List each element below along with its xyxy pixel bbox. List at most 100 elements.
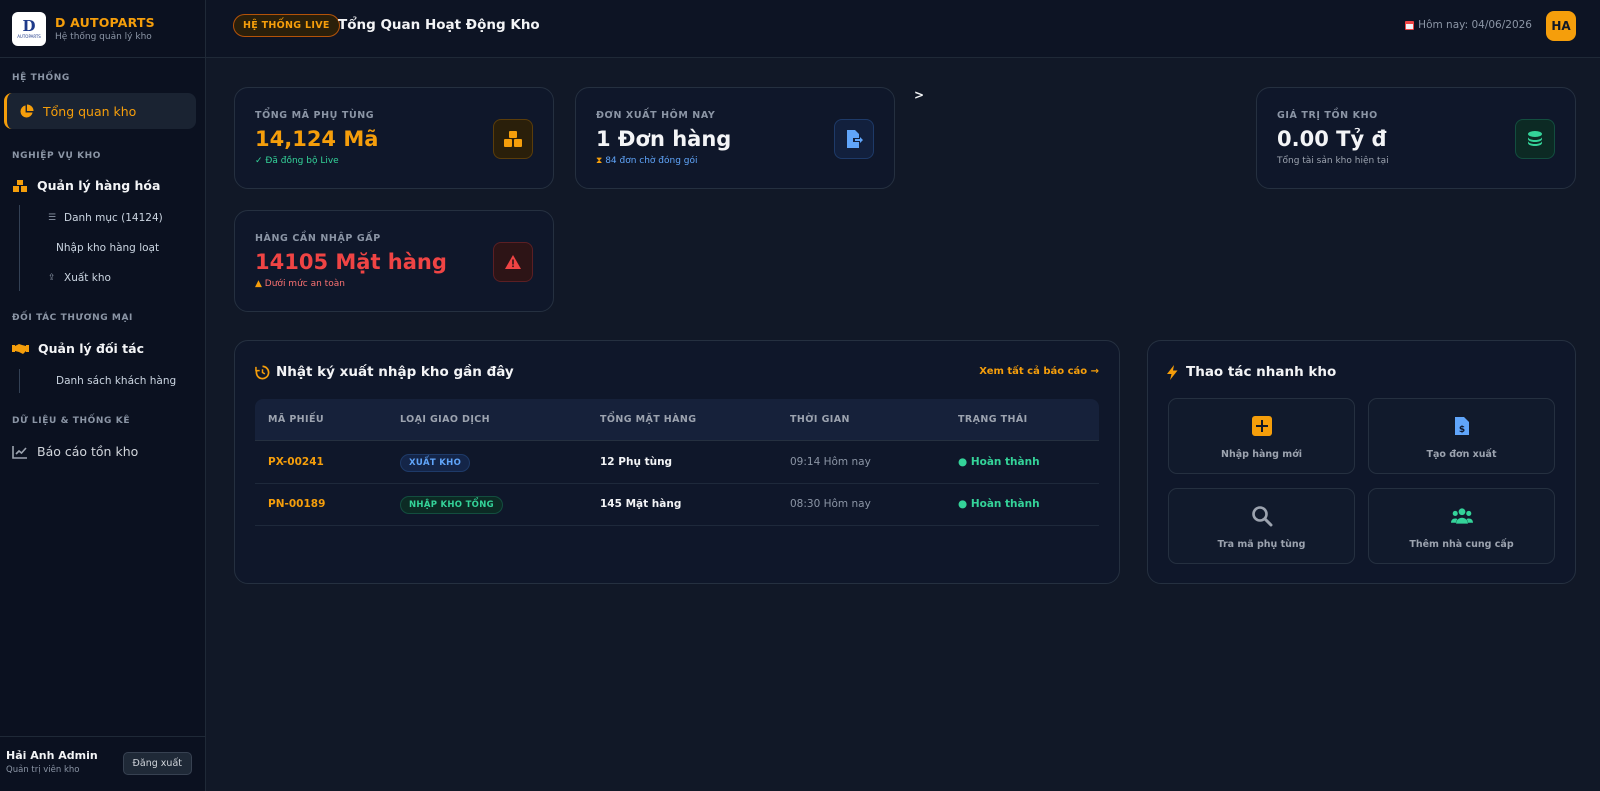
see-all-reports-link[interactable]: Xem tất cả báo cáo → xyxy=(979,366,1099,377)
sidebar-item-goods[interactable]: Quản lý hàng hóa xyxy=(12,178,160,193)
avatar[interactable]: HA xyxy=(1546,11,1576,41)
sidebar-item-overview[interactable]: Tổng quan kho xyxy=(4,93,196,129)
transaction-time: 09:14 Hôm nay xyxy=(790,456,871,468)
boxes-icon xyxy=(504,131,522,147)
column-header: MÃ PHIẾU xyxy=(268,414,324,425)
logo-letter: D xyxy=(22,16,36,35)
table-row[interactable]: PN-00189 NHẬP KHO TỔNG 145 Mặt hàng 08:3… xyxy=(255,484,1099,526)
logout-button[interactable]: Đăng xuất xyxy=(122,752,192,775)
stat-label: HÀNG CẦN NHẬP GẤP xyxy=(255,233,381,244)
subnav-divider xyxy=(19,369,20,393)
column-header: TRẠNG THÁI xyxy=(958,414,1028,425)
quick-actions-panel: Thao tác nhanh kho Nhập hàng mới $ Tạo đ… xyxy=(1147,340,1576,584)
stat-sub: ▲ Dưới mức an toàn xyxy=(255,279,345,289)
column-header: THỜI GIAN xyxy=(790,414,850,425)
stat-card-inventory-value: GIÁ TRỊ TỒN KHO 0.00 Tỷ đ Tổng tài sản k… xyxy=(1256,87,1576,189)
brand-subtitle: Hệ thống quản lý kho xyxy=(55,32,152,42)
logo-caption: AUTOPARTS xyxy=(17,33,41,39)
svg-text:$: $ xyxy=(1458,425,1464,435)
sidebar-item-label: Quản lý hàng hóa xyxy=(37,178,161,193)
sidebar: D AUTOPARTS D AUTOPARTS Hệ thống quản lý… xyxy=(0,0,206,791)
panel-title: Nhật ký xuất nhập kho gần đây xyxy=(255,364,514,380)
stat-sub: ⧗ 84 đơn chờ đóng gói xyxy=(596,156,698,166)
stat-card-urgent: HÀNG CẦN NHẬP GẤP 14105 Mặt hàng ▲ Dưới … xyxy=(234,210,554,312)
stat-sub: Tổng tài sản kho hiện tại xyxy=(1277,156,1389,166)
sidebar-subitem-label: Nhập kho hàng loạt xyxy=(56,242,160,254)
export-icon: ⇪ xyxy=(48,273,56,283)
sidebar-subitem-catalog[interactable]: ☰ Danh mục (14124) xyxy=(48,212,163,224)
today-date: Hôm nay: 04/06/2026 xyxy=(1405,19,1532,31)
list-icon: ☰ xyxy=(48,213,57,223)
sidebar-subitem-customers[interactable]: Danh sách khách hàng xyxy=(56,375,176,387)
stat-value: 14,124 Mã xyxy=(255,127,379,151)
stat-icon-box xyxy=(493,242,533,282)
brand-name: D AUTOPARTS xyxy=(55,15,155,30)
plus-box-icon xyxy=(1251,415,1273,437)
recent-transactions-panel: Nhật ký xuất nhập kho gần đây Xem tất cả… xyxy=(234,340,1120,584)
stat-value: 1 Đơn hàng xyxy=(596,127,732,151)
boxes-icon xyxy=(13,179,27,192)
hourglass-icon: ⧗ xyxy=(596,156,606,166)
stray-text: > xyxy=(914,88,925,102)
table-row[interactable]: PX-00241 XUẤT KHO 12 Phụ tùng 09:14 Hôm … xyxy=(255,442,1099,484)
stat-icon-box xyxy=(1515,119,1555,159)
stat-value: 14105 Mặt hàng xyxy=(255,250,447,274)
quick-action-add-supplier[interactable]: Thêm nhà cung cấp xyxy=(1368,488,1555,564)
panel-title-text: Thao tác nhanh kho xyxy=(1186,364,1337,380)
subnav-divider xyxy=(19,205,20,291)
history-icon xyxy=(255,365,270,379)
stat-sub: ✓ Đã đồng bộ Live xyxy=(255,156,339,166)
sidebar-subitem-label: Danh sách khách hàng xyxy=(56,375,177,387)
voucher-code[interactable]: PN-00189 xyxy=(268,498,325,510)
live-status-badge: HỆ THỐNG LIVE xyxy=(233,14,340,37)
table-header: MÃ PHIẾU LOẠI GIAO DỊCH TỔNG MẶT HÀNG TH… xyxy=(255,399,1099,441)
sidebar-subitem-bulk-import[interactable]: Nhập kho hàng loạt xyxy=(56,242,159,254)
sidebar-item-label: Tổng quan kho xyxy=(43,103,137,119)
stat-value: 0.00 Tỷ đ xyxy=(1277,127,1387,151)
stat-label: TỔNG MÃ PHỤ TÙNG xyxy=(255,110,375,121)
quick-action-label: Tạo đơn xuất xyxy=(1426,449,1497,460)
panel-title-text: Nhật ký xuất nhập kho gần đây xyxy=(276,364,514,380)
search-icon xyxy=(1251,505,1273,527)
quick-action-label: Nhập hàng mới xyxy=(1221,449,1302,460)
users-add-icon xyxy=(1450,505,1473,527)
warning-icon xyxy=(505,255,521,269)
quick-action-create-export[interactable]: $ Tạo đơn xuất xyxy=(1368,398,1555,474)
sidebar-subitem-label: Danh mục (14124) xyxy=(64,212,163,224)
page-title: Tổng Quan Hoạt Động Kho xyxy=(338,17,540,33)
column-header: TỔNG MẶT HÀNG xyxy=(600,414,697,425)
item-count: 12 Phụ tùng xyxy=(600,456,673,468)
quick-action-label: Tra mã phụ tùng xyxy=(1217,539,1306,550)
sidebar-item-partners[interactable]: Quản lý đối tác xyxy=(12,341,144,356)
section-title-system: HỆ THỐNG xyxy=(12,73,70,83)
section-title-partners: ĐỐI TÁC THƯƠNG MẠI xyxy=(12,313,133,323)
transaction-type-badge: XUẤT KHO xyxy=(400,454,471,472)
status-badge: ● Hoàn thành xyxy=(958,498,1040,510)
stat-sub-text: 84 đơn chờ đóng gói xyxy=(605,156,698,166)
sidebar-item-label: Báo cáo tồn kho xyxy=(37,444,139,459)
sidebar-item-label: Quản lý đối tác xyxy=(38,341,144,356)
sidebar-subitem-export[interactable]: ⇪ Xuất kho xyxy=(48,272,111,284)
stat-card-parts: TỔNG MÃ PHỤ TÙNG 14,124 Mã ✓ Đã đồng bộ … xyxy=(234,87,554,189)
sidebar-item-report[interactable]: Báo cáo tồn kho xyxy=(12,444,138,459)
lightning-icon xyxy=(1167,364,1178,380)
quick-action-new-import[interactable]: Nhập hàng mới xyxy=(1168,398,1355,474)
line-chart-icon xyxy=(12,445,27,459)
brand-logo[interactable]: D AUTOPARTS xyxy=(12,11,46,46)
stat-icon-box xyxy=(834,119,874,159)
stat-icon-box xyxy=(493,119,533,159)
sidebar-subitem-label: Xuất kho xyxy=(64,272,111,284)
transaction-time: 08:30 Hôm nay xyxy=(790,498,871,510)
stat-label: GIÁ TRỊ TỒN KHO xyxy=(1277,110,1378,121)
section-title-reports: DỮ LIỆU & THỐNG KÊ xyxy=(12,416,131,426)
top-header: HỆ THỐNG LIVE Tổng Quan Hoạt Động Kho Hô… xyxy=(206,0,1600,58)
quick-action-search-part[interactable]: Tra mã phụ tùng xyxy=(1168,488,1355,564)
user-panel: Hải Anh Admin Quản trị viên kho Đăng xuấ… xyxy=(0,736,206,791)
status-badge: ● Hoàn thành xyxy=(958,456,1040,468)
panel-title: Thao tác nhanh kho xyxy=(1166,364,1336,380)
voucher-code[interactable]: PX-00241 xyxy=(268,456,324,468)
stat-sub-text: Dưới mức an toàn xyxy=(264,279,345,289)
file-export-icon xyxy=(847,130,863,148)
handshake-icon xyxy=(12,344,29,354)
stat-card-orders: ĐƠN XUẤT HÔM NAY 1 Đơn hàng ⧗ 84 đơn chờ… xyxy=(575,87,895,189)
